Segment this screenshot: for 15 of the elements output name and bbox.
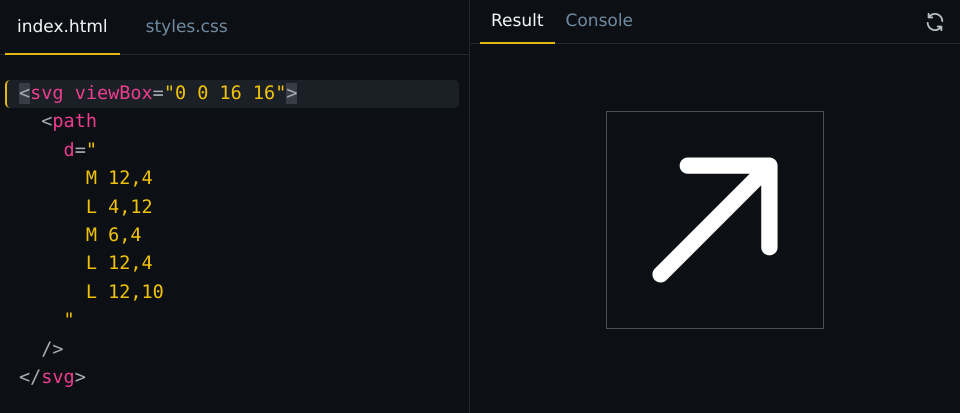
- code-line: M 12,4: [84, 167, 154, 192]
- code-line: />: [40, 338, 65, 362]
- preview-tab[interactable]: Console: [554, 0, 644, 44]
- code-line: <path: [40, 110, 98, 134]
- code-line: L 12,4: [84, 252, 154, 276]
- code-line: L 12,10: [84, 280, 165, 305]
- file-tab[interactable]: index.html: [5, 0, 120, 55]
- refresh-icon[interactable]: [924, 10, 946, 32]
- code-line: ": [62, 309, 76, 334]
- code-line: L 4,12: [84, 196, 154, 220]
- code-line: d=": [62, 138, 98, 163]
- code-line: M 6,4: [84, 224, 143, 248]
- file-tab[interactable]: styles.css: [134, 0, 240, 55]
- preview-tab[interactable]: Result: [480, 0, 555, 44]
- code-line: </svg>: [18, 366, 87, 390]
